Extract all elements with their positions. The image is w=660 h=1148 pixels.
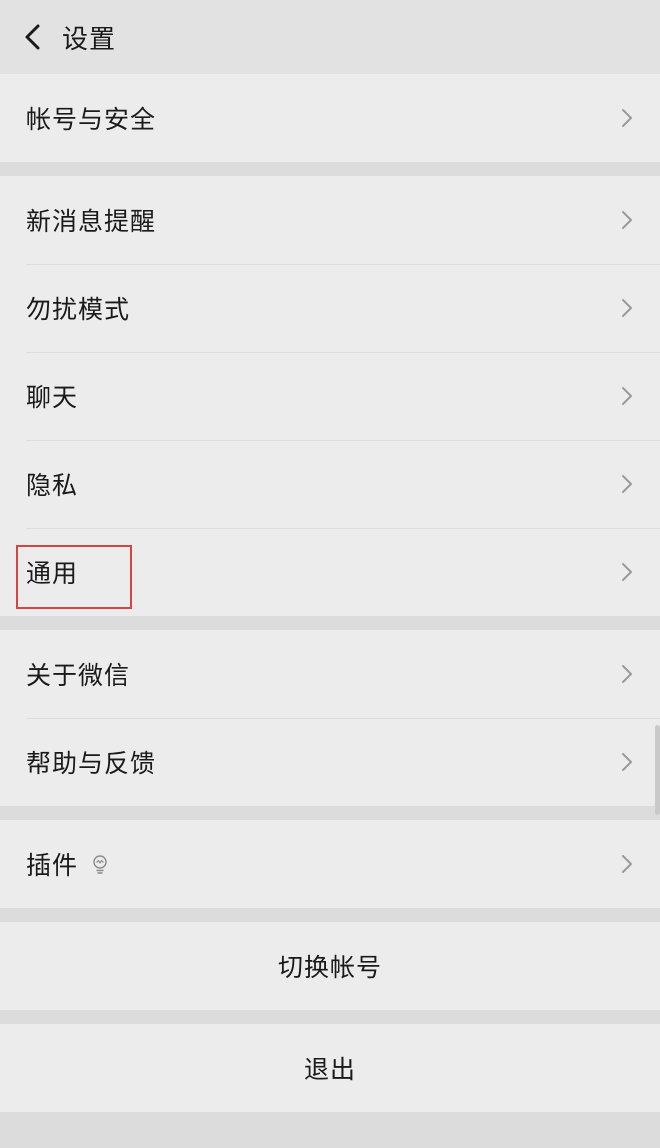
settings-item-label: 隐私	[26, 471, 79, 500]
back-button[interactable]	[14, 17, 54, 57]
chevron-right-icon	[620, 751, 634, 773]
settings-group-about: 关于微信 帮助与反馈	[0, 630, 660, 806]
chevron-right-icon	[620, 107, 634, 129]
settings-item-label: 插件	[26, 851, 79, 880]
settings-item-label: 关于微信	[26, 661, 131, 690]
settings-group-main: 新消息提醒 勿扰模式 聊天 隐私 通用	[0, 176, 660, 616]
page-title: 设置	[62, 24, 117, 55]
settings-item-general[interactable]: 通用	[0, 528, 660, 616]
top-bar: 设置	[0, 0, 660, 74]
group-divider	[0, 162, 660, 176]
group-divider	[0, 806, 660, 820]
settings-group-account: 帐号与安全	[0, 74, 660, 162]
settings-item-about-wechat[interactable]: 关于微信	[0, 630, 660, 718]
settings-group-plugins: 插件	[0, 820, 660, 908]
bottom-spacer	[0, 1112, 660, 1148]
chevron-right-icon	[620, 561, 634, 583]
chevron-right-icon	[620, 473, 634, 495]
group-divider	[0, 616, 660, 630]
chevron-right-icon	[620, 385, 634, 407]
settings-item-label: 帐号与安全	[26, 105, 157, 134]
settings-item-account-security[interactable]: 帐号与安全	[0, 74, 660, 162]
group-divider	[0, 1010, 660, 1024]
settings-item-label: 通用	[26, 559, 79, 588]
chevron-right-icon	[620, 297, 634, 319]
settings-item-plugins[interactable]: 插件	[0, 820, 660, 908]
settings-item-chat[interactable]: 聊天	[0, 352, 660, 440]
logout-button[interactable]: 退出	[0, 1024, 660, 1112]
settings-item-privacy[interactable]: 隐私	[0, 440, 660, 528]
switch-account-button[interactable]: 切换帐号	[0, 922, 660, 1010]
settings-item-label: 聊天	[26, 383, 79, 412]
settings-item-do-not-disturb[interactable]: 勿扰模式	[0, 264, 660, 352]
chevron-right-icon	[620, 209, 634, 231]
scrollbar-thumb[interactable]	[655, 725, 660, 815]
settings-item-help-feedback[interactable]: 帮助与反馈	[0, 718, 660, 806]
settings-item-notifications[interactable]: 新消息提醒	[0, 176, 660, 264]
settings-item-label: 勿扰模式	[26, 295, 131, 324]
settings-item-label: 帮助与反馈	[26, 749, 157, 778]
chevron-left-icon	[25, 24, 40, 50]
settings-item-label: 新消息提醒	[26, 207, 157, 236]
bulb-icon	[90, 853, 110, 875]
group-divider	[0, 908, 660, 922]
chevron-right-icon	[620, 853, 634, 875]
chevron-right-icon	[620, 663, 634, 685]
